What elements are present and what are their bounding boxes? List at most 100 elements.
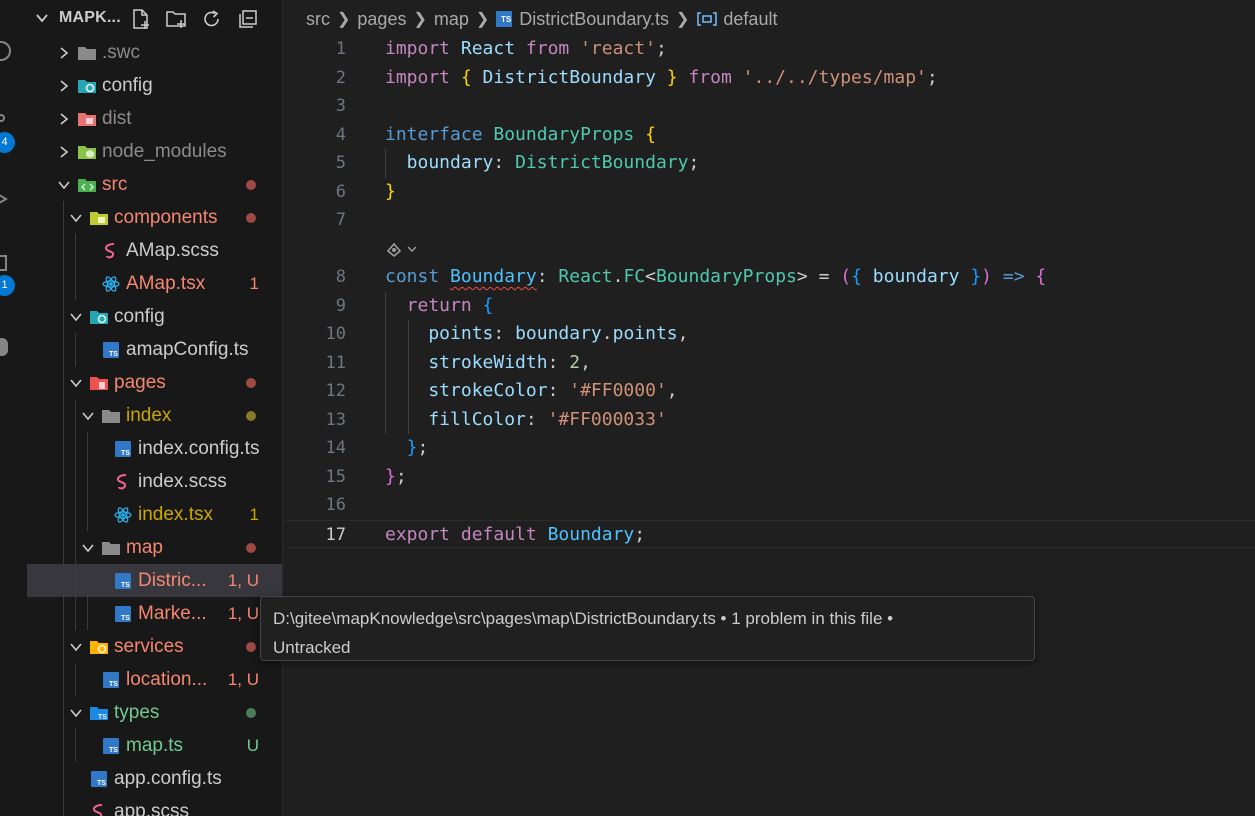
collapse-all-icon[interactable] (237, 8, 259, 30)
typescript-file-icon: TS (496, 11, 513, 27)
code-token: ; (688, 152, 700, 173)
code-line[interactable]: 5 boundary: DistrictBoundary; (284, 149, 1255, 178)
tree-folder[interactable]: services (27, 630, 282, 663)
code-line[interactable]: 3 (284, 92, 1255, 121)
typescript-file-icon: TS (91, 771, 107, 787)
tree-file[interactable]: TS app.config.ts (27, 762, 282, 795)
tree-file[interactable]: TS location... 1, U (27, 663, 282, 696)
code-line[interactable]: 2 import { DistrictBoundary } from '../..… (284, 64, 1255, 93)
code-line[interactable]: 17 export default Boundary; (284, 519, 1255, 548)
chevron-down-icon[interactable] (81, 541, 95, 555)
code-token: strokeWidth (385, 351, 548, 373)
code-line[interactable]: 7 (284, 206, 1255, 235)
tree-folder[interactable]: dist (27, 102, 282, 135)
chevron-down-icon[interactable] (57, 178, 71, 192)
tree-folder[interactable]: .swc (27, 36, 282, 69)
tree-file[interactable]: app.scss (27, 795, 282, 816)
tree-item-label: types (114, 702, 160, 723)
extensions-icon[interactable] (0, 254, 12, 276)
tree-file[interactable]: TS Distric... 1, U (27, 564, 282, 597)
codelens-line[interactable] (284, 235, 1255, 264)
tree-item-label: .swc (102, 42, 140, 63)
chevron-right-icon[interactable] (57, 79, 71, 93)
tree-folder[interactable]: components (27, 201, 282, 234)
chevron-down-icon[interactable] (69, 211, 83, 225)
tree-folder[interactable]: node_modules (27, 135, 282, 168)
chevron-down-icon[interactable] (35, 11, 49, 25)
new-file-icon[interactable] (130, 8, 152, 30)
chevron-down-icon[interactable] (69, 310, 83, 324)
tree-folder[interactable]: index (27, 399, 282, 432)
code-line[interactable]: 14 }; (284, 434, 1255, 463)
chevron-down-icon[interactable] (69, 376, 83, 390)
tree-file[interactable]: TS amapConfig.ts (27, 333, 282, 366)
chevron-right-icon: ❯ (413, 11, 427, 28)
indent-guide (75, 234, 76, 300)
react-file-icon (114, 507, 132, 523)
tree-folder[interactable]: map (27, 531, 282, 564)
chevron-right-icon[interactable] (57, 112, 71, 126)
code-line[interactable]: 11 strokeWidth: 2, (284, 349, 1255, 378)
code-token: } (385, 465, 396, 487)
code-token: , (677, 323, 689, 344)
code-token: export (385, 523, 461, 545)
chevron-down-icon[interactable] (69, 706, 83, 720)
tree-file[interactable]: AMap.scss (27, 234, 282, 267)
run-debug-icon[interactable] (0, 188, 12, 210)
code-token: const (385, 266, 451, 287)
code-text: fillColor: '#FF000033' (385, 406, 666, 435)
indent-guide (75, 729, 76, 762)
code-line[interactable]: 13 fillColor: '#FF000033' (284, 406, 1255, 435)
code-token: = (818, 266, 841, 287)
breadcrumb-pages[interactable]: pages (357, 9, 406, 30)
code-text: strokeWidth: 2, (385, 349, 591, 378)
tree-folder[interactable]: config (27, 300, 282, 333)
code-line[interactable]: 10 points: boundary.points, (284, 320, 1255, 349)
chevron-down-icon[interactable] (69, 640, 83, 654)
tree-folder[interactable]: pages (27, 366, 282, 399)
tree-file[interactable]: TS Marke... 1, U (27, 597, 282, 630)
code-line[interactable]: 9 return { (284, 292, 1255, 321)
code-line[interactable]: 16 (284, 491, 1255, 520)
search-icon[interactable] (0, 40, 12, 62)
breadcrumb-map[interactable]: map (434, 9, 469, 30)
refresh-icon[interactable] (201, 8, 223, 30)
chevron-right-icon[interactable] (57, 46, 71, 60)
breadcrumb-file[interactable]: DistrictBoundary.ts (519, 9, 669, 30)
line-number: 17 (325, 524, 346, 545)
copilot-sparkle-icon[interactable] (385, 239, 419, 259)
code-line[interactable]: 4 interface BoundaryProps { (284, 121, 1255, 150)
tree-file[interactable]: index.scss (27, 465, 282, 498)
typescript-file-icon: TS (115, 441, 131, 457)
code-token: { (1035, 266, 1047, 287)
tree-folder[interactable]: config (27, 69, 282, 102)
code-line[interactable]: 6} (284, 178, 1255, 207)
code-line[interactable]: 15}; (284, 463, 1255, 492)
remote-explorer-icon[interactable] (0, 336, 12, 358)
tree-folder[interactable]: src (27, 168, 282, 201)
breadcrumb-src[interactable]: src (306, 9, 330, 30)
chevron-right-icon: ❯ (676, 11, 690, 28)
chevron-down-icon[interactable] (81, 409, 95, 423)
code-line[interactable]: 12 strokeColor: '#FF0000', (284, 377, 1255, 406)
tree-file[interactable]: TS map.ts U (27, 729, 282, 762)
editor: src ❯ pages ❯ map ❯ TS DistrictBoundary.… (284, 0, 1255, 816)
typescript-file-icon: TS (103, 342, 119, 358)
breadcrumb-symbol[interactable]: default (723, 9, 777, 30)
indent-guide (408, 320, 409, 434)
code-token: ; (395, 465, 407, 487)
chevron-right-icon[interactable] (57, 145, 71, 159)
new-folder-icon[interactable] (165, 8, 187, 30)
tree-file[interactable]: index.tsx 1 (27, 498, 282, 531)
svg-text:TS: TS (121, 450, 130, 457)
code-line[interactable]: 1 import React from 'react'; (284, 35, 1255, 64)
tree-file[interactable]: AMap.tsx 1 (27, 267, 282, 300)
indent-guide (87, 432, 88, 531)
tree-file[interactable]: TS index.config.ts (27, 432, 282, 465)
code-line[interactable]: 8 const Boundary: React.FC<BoundaryProps>… (284, 263, 1255, 292)
source-control-icon[interactable] (0, 112, 12, 134)
workspace-title[interactable]: MAPK... (59, 9, 121, 27)
code-token: ; (634, 523, 646, 545)
code-view[interactable]: 1 import React from 'react'; 2 import { Dis… (284, 35, 1255, 548)
tree-folder[interactable]: TS types (27, 696, 282, 729)
